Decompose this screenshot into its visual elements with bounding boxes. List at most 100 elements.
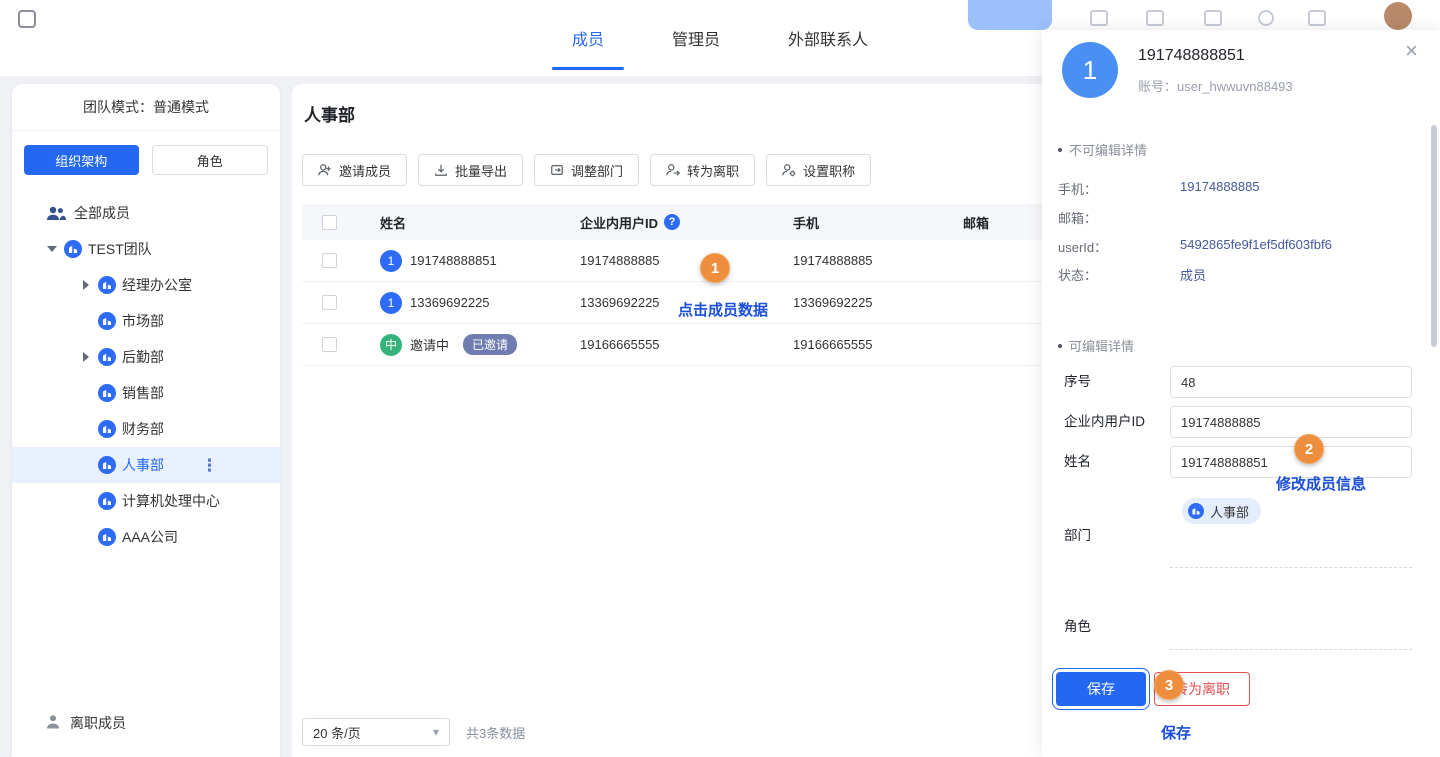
tab-admins[interactable]: 管理员 [638,0,754,76]
readonly-field-phone: 手机： 19174888885 [1058,179,1420,197]
field-label: 邮箱： [1058,211,1097,226]
column-label: 企业内用户ID [580,213,658,232]
sidebar-item-logistics-dept[interactable]: 后勤部 [12,339,280,375]
select-all-checkbox[interactable] [322,215,337,230]
caret-down-icon[interactable] [46,243,58,255]
tab-bar: 成员 管理员 外部联系人 [538,0,902,76]
row-checkbox[interactable] [322,337,337,352]
field-label: 状态： [1058,268,1097,283]
batch-export-button[interactable]: 批量导出 [418,154,523,186]
department-icon [98,456,116,474]
tab-members[interactable]: 成员 [538,0,638,76]
drawer-scrollbar[interactable] [1431,125,1437,347]
form-label: 姓名 [1064,446,1091,478]
caret-right-icon[interactable] [80,351,92,363]
tree-label: 销售部 [122,383,164,403]
person-arrow-icon [666,163,680,177]
department-icon [98,276,116,294]
member-account: 账号：user_hwwuvn88493 [1138,76,1293,95]
column-phone: 手机 [793,213,963,232]
caret-slot [80,495,92,507]
transfer-icon [550,163,564,177]
resigned-members-link[interactable]: 离职成员 [46,713,126,733]
sidebar-item-aaa-company[interactable]: AAA公司 [12,519,280,555]
readonly-field-email: 邮箱： [1058,208,1420,226]
role-button[interactable]: 角色 [152,145,269,175]
readonly-field-status: 状态： 成员 [1058,265,1420,283]
pagination: 20 条/页 ▾ 共3条数据 [302,718,525,746]
row-checkbox[interactable] [322,295,337,310]
sidebar-item-marketing-dept[interactable]: 市场部 [12,303,280,339]
sidebar-item-computer-center[interactable]: 计算机处理中心 [12,483,280,519]
caret-right-icon[interactable] [80,279,92,291]
person-gear-icon [782,163,796,177]
page-size-value: 20 条/页 [313,723,361,742]
org-structure-button[interactable]: 组织架构 [24,145,139,175]
button-label: 转为离职 [687,161,739,180]
adjust-department-button[interactable]: 调整部门 [534,154,639,186]
form-row-serial: 序号 [1064,366,1412,398]
department-icon [98,312,116,330]
help-icon[interactable]: ? [664,214,680,230]
invite-member-button[interactable]: 邀请成员 [302,154,407,186]
section-label: 不可编辑详情 [1069,140,1147,159]
button-label: 批量导出 [455,161,507,180]
tab-external-contacts[interactable]: 外部联系人 [754,0,902,76]
partial-doc-icon [1090,10,1108,26]
people-group-icon [46,206,66,221]
department-icon [98,492,116,510]
to-resigned-button[interactable]: 转为离职 [650,154,755,186]
tree-label: 人事部 [122,455,164,475]
save-button[interactable]: 保存 [1056,672,1146,706]
row-checkbox[interactable] [322,253,337,268]
department-select-area[interactable]: 人事部 [1170,490,1412,568]
readonly-field-userid: userId： 5492865fe9f1ef5df603fbf6 [1058,237,1420,255]
field-value: 成员 [1180,265,1206,284]
annotation-step-2: 2 [1294,434,1324,464]
serial-number-input[interactable] [1170,366,1412,398]
department-tag[interactable]: 人事部 [1182,498,1261,524]
role-field-label: 角色 [1064,615,1091,635]
tree-label: 后勤部 [122,347,164,367]
member-phone: 19166665555 [793,337,873,352]
bullet-dot [1058,344,1062,348]
enterprise-user-id-input[interactable] [1170,406,1412,438]
set-title-button[interactable]: 设置职称 [766,154,871,186]
page-size-select[interactable]: 20 条/页 ▾ [302,718,450,746]
tab-label: 管理员 [672,26,720,50]
tab-label: 外部联系人 [788,26,868,50]
annotation-step-2-text: 修改成员信息 [1276,473,1366,494]
sidebar-item-test-team[interactable]: TEST团队 [12,231,280,267]
form-label: 序号 [1064,366,1091,398]
caret-slot [80,459,92,471]
resigned-person-icon [46,714,62,733]
department-icon [98,384,116,402]
section-label: 可编辑详情 [1069,336,1134,355]
department-icon [1188,503,1204,519]
button-label: 邀请成员 [339,161,391,180]
form-label: 企业内用户ID [1064,406,1145,438]
sidebar-item-hr-dept[interactable]: 人事部 ⋮ [12,447,280,483]
partial-bell-icon [1308,10,1326,26]
member-name: 13369692225 [410,295,490,310]
tree-label: TEST团队 [88,239,152,259]
sidebar-item-all-members[interactable]: 全部成员 [12,195,280,231]
more-icon[interactable]: ⋮ [201,457,218,474]
sidebar-item-finance-dept[interactable]: 财务部 [12,411,280,447]
close-icon[interactable]: × [1405,40,1418,62]
member-avatar: 1 [380,292,402,314]
sidebar-item-sales-dept[interactable]: 销售部 [12,375,280,411]
annotation-step-1: 1 [700,253,730,283]
department-tree: 全部成员 TEST团队 经理办公室 市场部 后勤部 销售部 [12,189,280,555]
tree-label: AAA公司 [122,527,178,547]
total-count: 共3条数据 [466,723,525,742]
department-icon [98,528,116,546]
role-select-area[interactable] [1170,588,1412,650]
tree-label: 计算机处理中心 [122,491,220,511]
column-label: 邮箱 [963,213,989,232]
toolbar: 邀请成员 批量导出 调整部门 转为离职 设置职称 [302,154,871,186]
column-name: 姓名 [380,213,580,232]
field-label: 手机： [1058,182,1097,197]
button-label: 调整部门 [571,161,623,180]
sidebar-item-manager-office[interactable]: 经理办公室 [12,267,280,303]
